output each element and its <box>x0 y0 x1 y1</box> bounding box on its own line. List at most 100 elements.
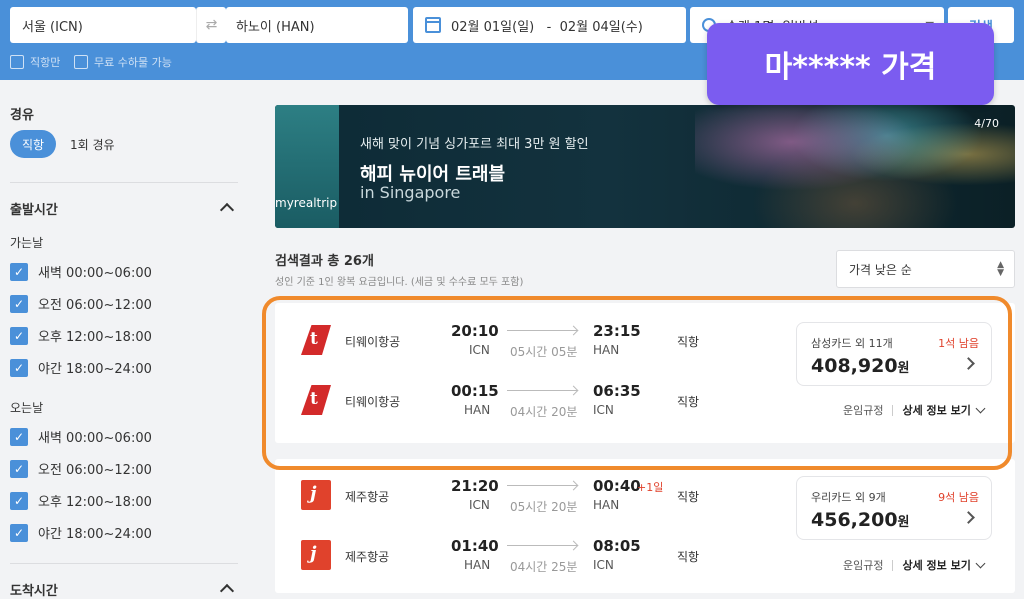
results-note: 성인 기준 1인 왕복 요금입니다. (세금 및 수수료 모두 포함) <box>275 277 524 288</box>
dep-code: HAN <box>464 403 491 417</box>
outbound-label: 가는날 <box>10 236 44 250</box>
airline-name: 제주항공 <box>345 490 390 504</box>
stops-label: 직항 <box>677 335 700 349</box>
divider <box>10 182 238 183</box>
check-icon: ✓ <box>10 358 28 377</box>
fare-rules-link[interactable]: 운임규정 <box>843 402 883 418</box>
divider <box>892 559 894 571</box>
return-night-checkbox[interactable]: ✓ 야간 18:00~24:00 <box>10 523 152 542</box>
tway-logo-icon: t <box>301 385 331 415</box>
banner-brand: myrealtrip <box>275 196 338 210</box>
divider <box>892 404 894 416</box>
dep-code: ICN <box>469 343 490 357</box>
return-afternoon-checkbox[interactable]: ✓ 오후 12:00~18:00 <box>10 491 152 510</box>
outbound-dawn-checkbox[interactable]: ✓ 새벽 00:00~06:00 <box>10 262 152 281</box>
arrow-icon <box>507 330 577 331</box>
dep-code: HAN <box>464 558 491 572</box>
price-value: 456,200 <box>811 509 898 531</box>
price: 408,920원 <box>811 355 910 377</box>
outbound-afternoon-checkbox[interactable]: ✓ 오후 12:00~18:00 <box>10 326 152 345</box>
arr-time: 08:05 <box>593 537 641 555</box>
price-box[interactable]: 우리카드 외 9개 9석 남음 456,200원 <box>796 476 992 540</box>
checkbox-icon <box>74 55 88 69</box>
flight-card[interactable]: j 제주항공 21:20 ICN 05시간 20분 00:40 +1일 HAN … <box>275 459 1015 593</box>
sort-select[interactable]: 가격 낮은 순 ▲ ▼ <box>836 250 1015 288</box>
destination-field[interactable]: 하노이 (HAN) <box>226 7 408 43</box>
banner-title2: in Singapore <box>360 183 461 202</box>
check-icon: ✓ <box>10 294 28 313</box>
slot-label: 새벽 00:00~06:00 <box>38 431 152 446</box>
check-icon: ✓ <box>10 262 28 281</box>
details-link[interactable]: 상세 정보 보기 <box>902 557 970 573</box>
dep-time: 21:20 <box>451 477 499 495</box>
slot-label: 새벽 00:00~06:00 <box>38 266 152 281</box>
origin-value: 서울 (ICN) <box>22 19 83 35</box>
sort-value: 가격 낮은 순 <box>849 262 912 277</box>
swap-icon[interactable]: ⇄ <box>196 7 226 43</box>
currency: 원 <box>897 515 910 530</box>
check-icon: ✓ <box>10 491 28 510</box>
chevron-down-icon <box>975 558 986 568</box>
return-morning-checkbox[interactable]: ✓ 오전 06:00~12:00 <box>10 459 152 478</box>
outbound-morning-checkbox[interactable]: ✓ 오전 06:00~12:00 <box>10 294 152 313</box>
price: 456,200원 <box>811 509 910 531</box>
arr-code: HAN <box>593 498 620 512</box>
chevron-right-icon <box>962 511 975 524</box>
stops-option-direct[interactable]: 직항 <box>10 130 56 158</box>
duration: 04시간 25분 <box>510 560 578 574</box>
results-title: 검색결과 총 26개 <box>275 254 374 269</box>
dep-time: 00:15 <box>451 382 499 400</box>
arr-code: HAN <box>593 343 620 357</box>
fare-rules-link[interactable]: 운임규정 <box>843 557 883 573</box>
duration: 05시간 20분 <box>510 500 578 514</box>
jeju-logo-icon: j <box>301 540 331 570</box>
seats-left: 1석 남음 <box>938 337 979 350</box>
stops-option-one[interactable]: 1회 경유 <box>70 130 115 158</box>
banner-counter: 4/70 <box>974 117 999 130</box>
free-baggage-checkbox[interactable]: 무료 수하물 가능 <box>74 54 172 70</box>
dep-time: 20:10 <box>451 322 499 340</box>
arrow-icon <box>507 485 577 486</box>
chevron-right-icon <box>962 357 975 370</box>
return-label: 오는날 <box>10 401 44 415</box>
slot-label: 오전 06:00~12:00 <box>38 298 152 313</box>
currency: 원 <box>897 361 910 376</box>
direct-only-label: 직항만 <box>30 56 61 69</box>
dep-code: ICN <box>469 498 490 512</box>
price-overlay-badge: 마***** 가격 <box>707 23 994 105</box>
price-box[interactable]: 삼성카드 외 11개 1석 남음 408,920원 <box>796 322 992 386</box>
slot-label: 오후 12:00~18:00 <box>38 495 152 510</box>
destination-value: 하노이 (HAN) <box>236 19 315 35</box>
slot-label: 야간 18:00~24:00 <box>38 362 152 377</box>
origin-field[interactable]: 서울 (ICN) <box>10 7 196 43</box>
calendar-icon <box>425 17 441 33</box>
stops-label: 직항 <box>677 490 700 504</box>
stops-label: 직항 <box>677 550 700 564</box>
banner-thumb: myrealtrip <box>275 105 339 228</box>
promo-banner[interactable]: myrealtrip 새해 맞이 기념 싱가포르 최대 3만 원 할인 해피 뉴… <box>275 105 1015 228</box>
arr-time: 23:15 <box>593 322 641 340</box>
arr-code: ICN <box>593 558 614 572</box>
flight-card[interactable]: t 티웨이항공 20:10 ICN 05시간 05분 23:15 HAN 직항 … <box>275 303 1015 443</box>
jeju-logo-icon: j <box>301 480 331 510</box>
banner-subtitle: 새해 맞이 기념 싱가포르 최대 3만 원 할인 <box>360 137 589 152</box>
date-field[interactable]: 02월 01일(일) - 02월 04일(수) <box>413 7 686 43</box>
direct-only-checkbox[interactable]: 직항만 <box>10 54 60 70</box>
divider <box>10 563 238 564</box>
card-links: 운임규정 상세 정보 보기 <box>843 402 986 418</box>
card-offer: 삼성카드 외 11개 <box>811 337 893 350</box>
chevron-down-icon <box>975 403 986 413</box>
outbound-night-checkbox[interactable]: ✓ 야간 18:00~24:00 <box>10 358 152 377</box>
slot-label: 오전 06:00~12:00 <box>38 463 152 478</box>
duration: 05시간 05분 <box>510 345 578 359</box>
checkbox-icon <box>10 55 24 69</box>
details-link[interactable]: 상세 정보 보기 <box>902 402 970 418</box>
arr-time: 00:40 <box>593 477 641 495</box>
airline-name: 티웨이항공 <box>345 335 401 349</box>
arrow-icon <box>507 545 577 546</box>
return-dawn-checkbox[interactable]: ✓ 새벽 00:00~06:00 <box>10 427 152 446</box>
price-value: 408,920 <box>811 355 898 377</box>
plus-day: +1일 <box>637 481 664 494</box>
slot-label: 오후 12:00~18:00 <box>38 330 152 345</box>
sort-arrows-icon: ▲ ▼ <box>997 260 1004 278</box>
